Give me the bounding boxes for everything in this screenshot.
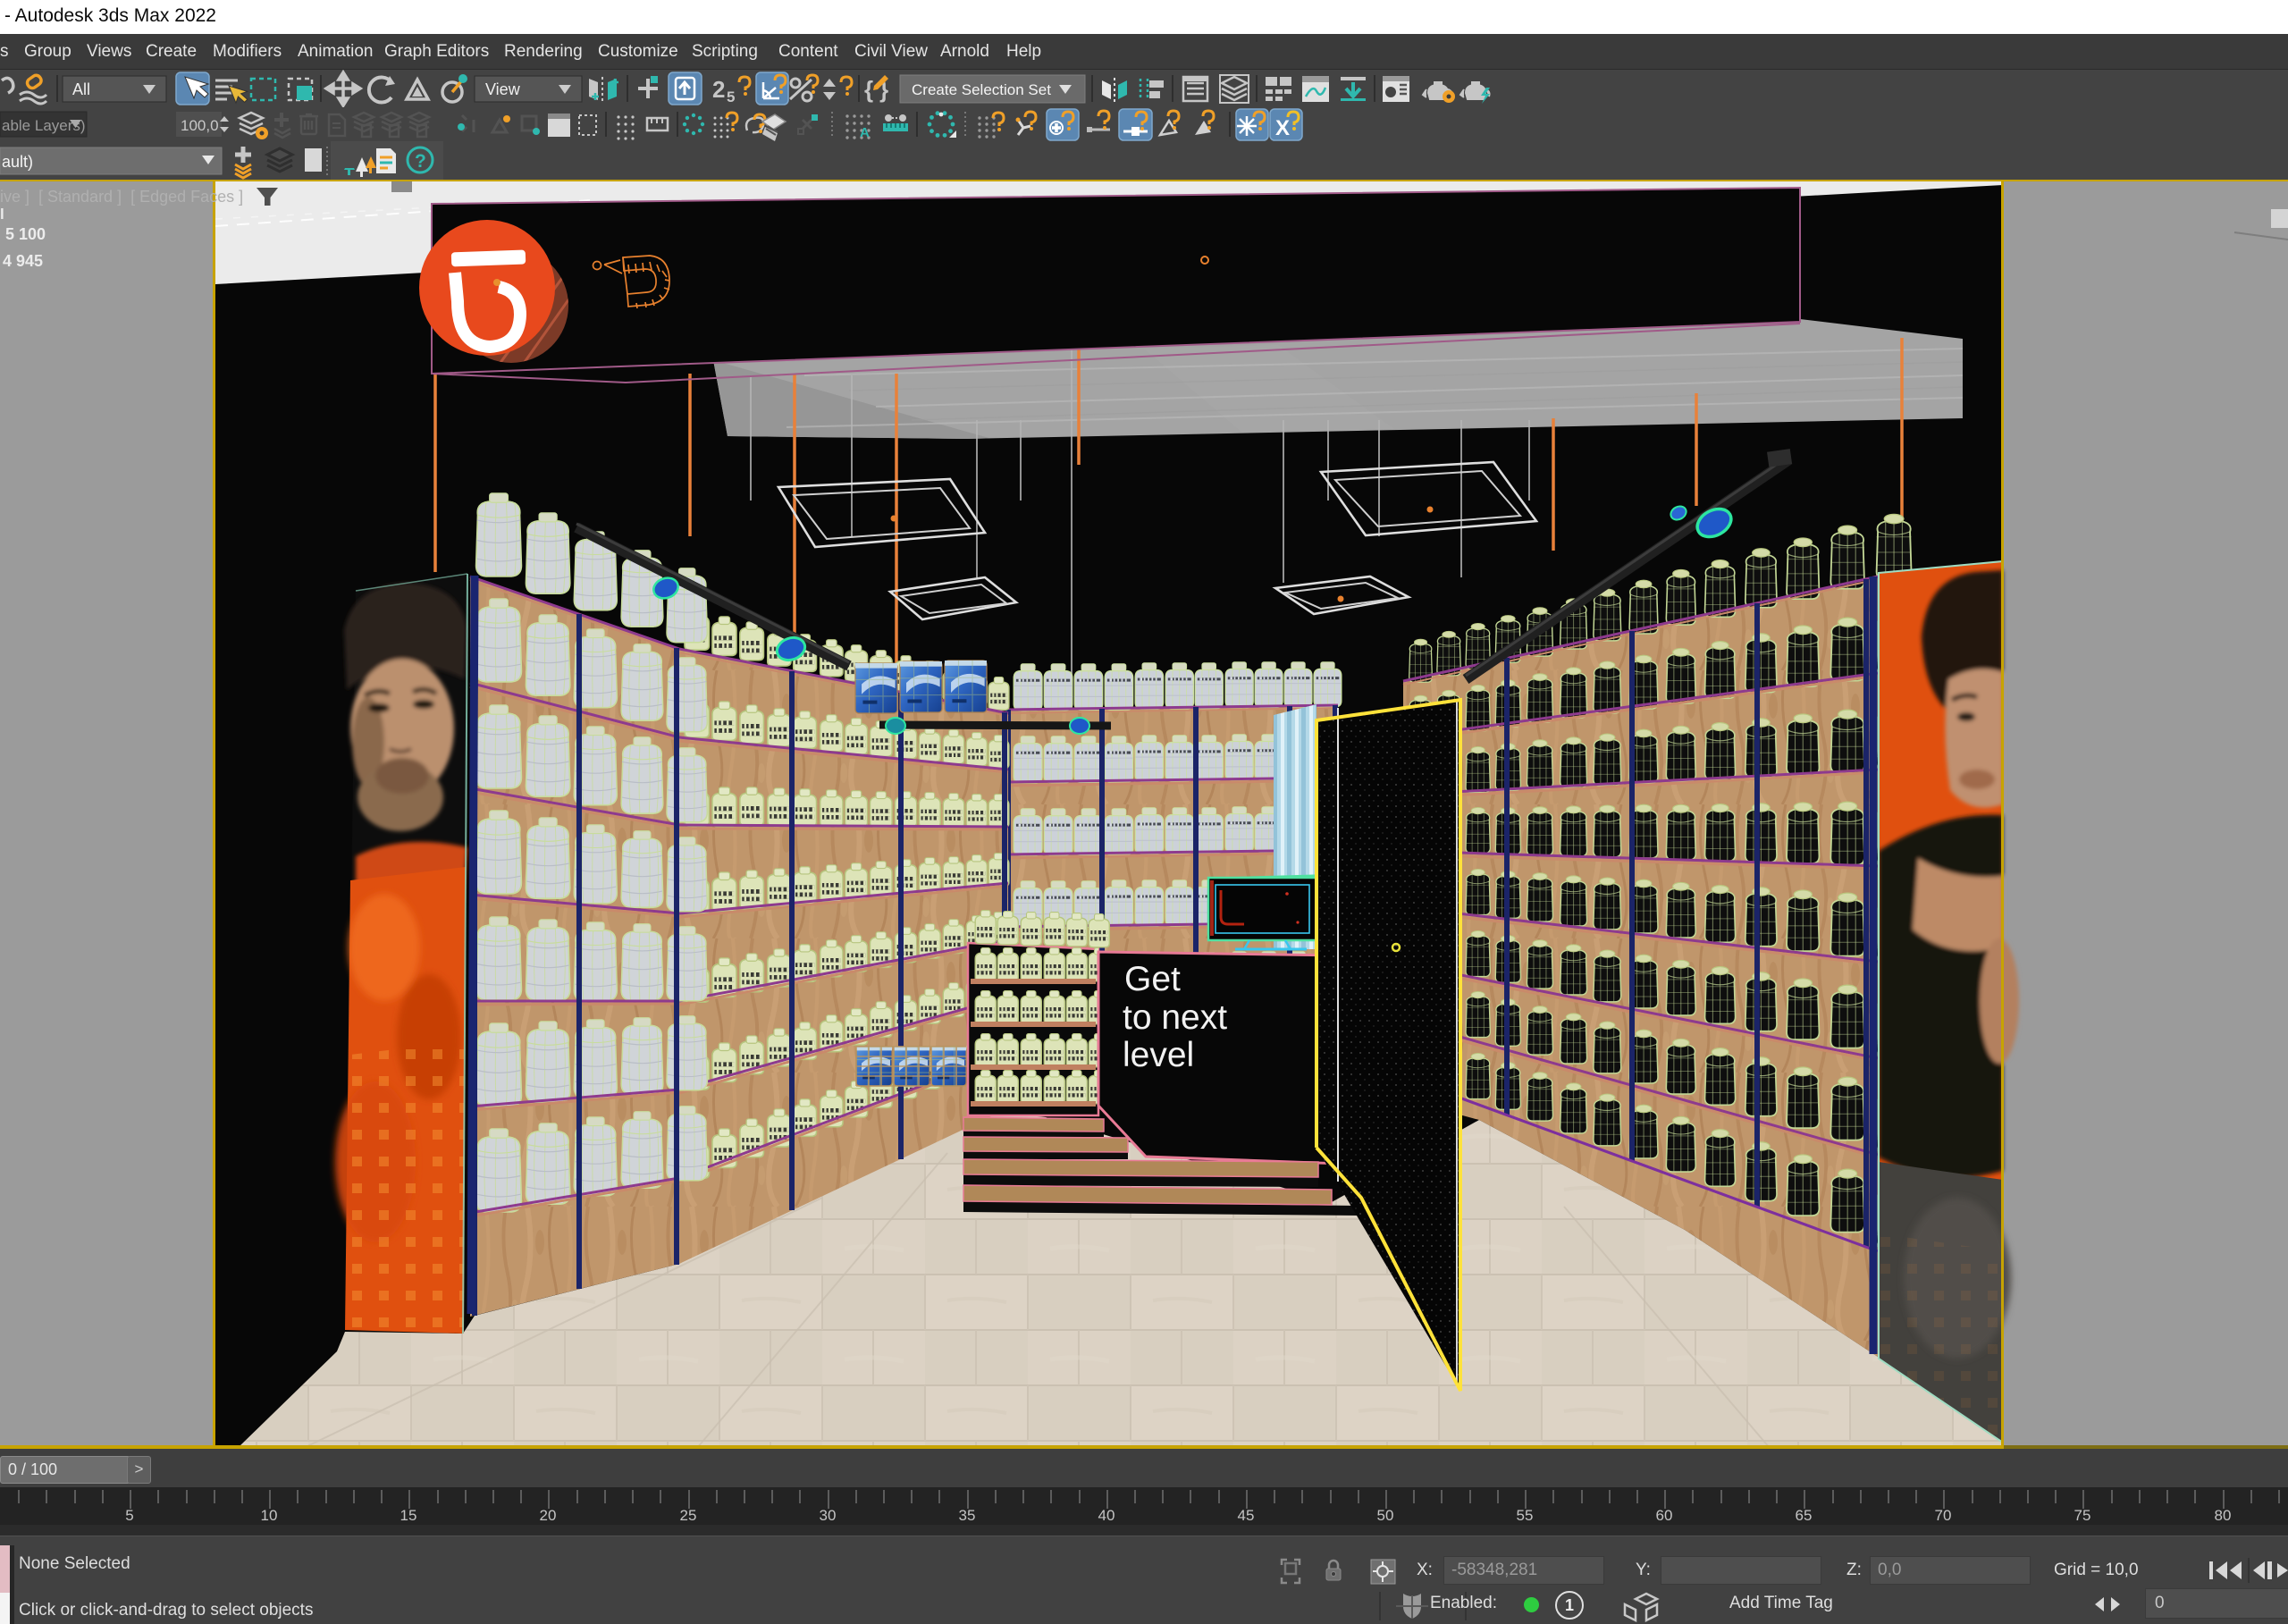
svg-text:ault): ault) <box>2 153 33 171</box>
svg-text:All: All <box>72 80 90 98</box>
svg-text:level: level <box>1123 1036 1194 1074</box>
svg-text:View: View <box>485 80 521 98</box>
svg-text:l: l <box>0 206 4 223</box>
svg-text:Get: Get <box>1124 960 1181 998</box>
svg-text:{: { <box>864 76 873 103</box>
svg-text:5: 5 <box>727 88 735 105</box>
svg-text:Create Selection Set: Create Selection Set <box>912 81 1051 98</box>
svg-text:able Layers): able Layers) <box>2 117 86 134</box>
svg-text:A: A <box>860 125 870 140</box>
svg-text:X: X <box>1275 116 1290 140</box>
svg-text:4 945: 4 945 <box>3 252 43 270</box>
svg-text:ive ] [ Standard ] [ Edged F: ive ] [ Standard ] [ Edged Faces ] <box>0 188 243 206</box>
svg-text:100,0: 100,0 <box>181 117 219 134</box>
svg-text:5 100: 5 100 <box>5 225 46 243</box>
svg-text:?: ? <box>415 151 426 172</box>
svg-text:to next: to next <box>1123 998 1227 1037</box>
svg-text:2: 2 <box>712 76 725 103</box>
